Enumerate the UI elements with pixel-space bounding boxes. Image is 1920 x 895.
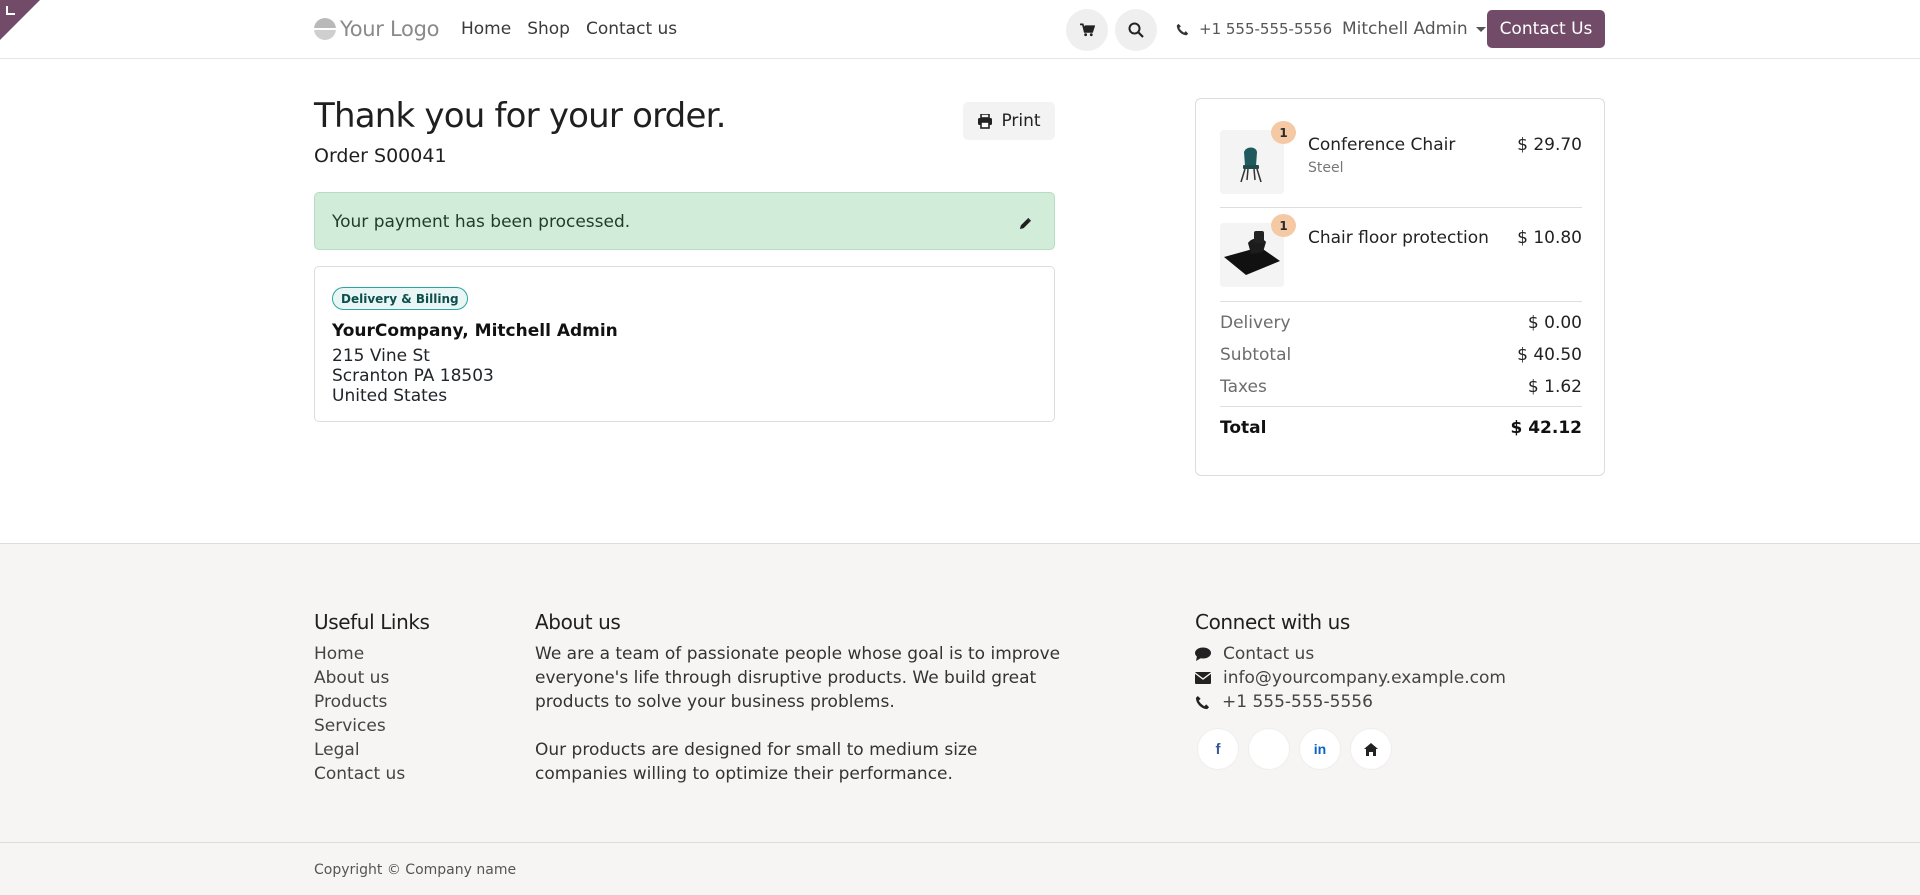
logo-mark-icon: [314, 18, 336, 40]
address-name: YourCompany, Mitchell Admin: [332, 321, 618, 341]
order-summary: 1 Conference Chair Steel $ 29.70 1 Chair…: [1195, 98, 1605, 476]
subtotal-row: Subtotal $ 40.50: [1220, 345, 1582, 365]
contact-us-button[interactable]: Contact Us: [1487, 10, 1605, 48]
pencil-icon[interactable]: [1019, 215, 1032, 234]
connect-contact-label: Contact us: [1223, 644, 1315, 664]
footer-link-products[interactable]: Products: [314, 690, 405, 714]
cart-button[interactable]: [1066, 9, 1108, 51]
product-price: $ 29.70: [1517, 135, 1582, 155]
taxes-label: Taxes: [1220, 377, 1267, 397]
total-value: $ 42.12: [1510, 418, 1582, 438]
comment-icon: [1195, 647, 1211, 661]
nav-home[interactable]: Home: [461, 19, 511, 39]
header-phone[interactable]: +1 555-555-5556: [1176, 20, 1332, 38]
footer-link-contact-us[interactable]: Contact us: [314, 762, 405, 786]
about-heading: About us: [535, 610, 621, 634]
printer-icon: [978, 113, 993, 129]
about-paragraph-2: Our products are designed for small to m…: [535, 740, 978, 784]
linkedin-icon[interactable]: in: [1300, 729, 1340, 769]
divider: [1220, 406, 1582, 407]
product-variant: Steel: [1308, 160, 1344, 176]
address-lines: 215 Vine St Scranton PA 18503 United Sta…: [332, 346, 494, 406]
connect-contact[interactable]: Contact us: [1195, 642, 1506, 666]
connect-email-label: info@yourcompany.example.com: [1223, 668, 1506, 688]
taxes-value: $ 1.62: [1527, 377, 1582, 397]
search-button[interactable]: [1115, 9, 1157, 51]
copyright-text: Copyright © Company name: [314, 862, 517, 878]
site-logo[interactable]: Your Logo: [314, 16, 439, 42]
subtotal-label: Subtotal: [1220, 345, 1292, 365]
address-line-2: Scranton PA 18503: [332, 366, 494, 386]
corner-icon: [6, 6, 15, 15]
main-nav: Home Shop Contact us: [461, 19, 677, 39]
quantity-badge: 1: [1271, 214, 1296, 237]
address-line-1: 215 Vine St: [332, 346, 430, 366]
product-name[interactable]: Chair floor protection: [1308, 228, 1489, 248]
order-number: Order S00041: [314, 145, 447, 167]
footer-link-legal[interactable]: Legal: [314, 738, 405, 762]
footer-link-about-us[interactable]: About us: [314, 666, 405, 690]
useful-links-heading: Useful Links: [314, 610, 430, 634]
delivery-row: Delivery $ 0.00: [1220, 313, 1582, 333]
delivery-billing-badge: Delivery & Billing: [332, 287, 468, 310]
taxes-row: Taxes $ 1.62: [1220, 377, 1582, 397]
social-links: f in: [1198, 729, 1391, 769]
delivery-label: Delivery: [1220, 313, 1291, 333]
footer-link-home[interactable]: Home: [314, 642, 405, 666]
site-footer: Useful Links Home About us Products Serv…: [0, 543, 1920, 895]
quantity-badge: 1: [1271, 121, 1296, 144]
about-text: We are a team of passionate people whose…: [535, 642, 1065, 786]
x-icon[interactable]: [1249, 729, 1289, 769]
address-card: Delivery & Billing YourCompany, Mitchell…: [314, 266, 1055, 422]
footer-divider: [0, 842, 1920, 843]
phone-icon: [1195, 695, 1210, 709]
product-name[interactable]: Conference Chair: [1308, 135, 1455, 155]
total-label: Total: [1220, 418, 1267, 438]
facebook-icon[interactable]: f: [1198, 729, 1238, 769]
divider: [1220, 301, 1582, 302]
connect-phone-label: +1 555-555-5556: [1222, 692, 1373, 712]
useful-links-list: Home About us Products Services Legal Co…: [314, 642, 405, 786]
site-header: Your Logo Home Shop Contact us +1 555-55…: [0, 0, 1920, 59]
phone-icon: [1176, 23, 1189, 35]
search-icon: [1128, 22, 1144, 38]
print-button[interactable]: Print: [963, 102, 1055, 140]
user-menu[interactable]: Mitchell Admin: [1342, 19, 1486, 39]
total-row: Total $ 42.12: [1220, 418, 1582, 438]
product-price: $ 10.80: [1517, 228, 1582, 248]
print-label: Print: [1001, 111, 1041, 131]
connect-heading: Connect with us: [1195, 610, 1350, 634]
connect-list: Contact us info@yourcompany.example.com …: [1195, 642, 1506, 714]
address-line-3: United States: [332, 386, 448, 406]
payment-status-text: Your payment has been processed.: [332, 212, 631, 232]
logo-text: Your Logo: [340, 17, 440, 41]
about-paragraph-1: We are a team of passionate people whose…: [535, 644, 1061, 712]
header-phone-number: +1 555-555-5556: [1199, 20, 1333, 38]
divider: [1220, 207, 1582, 208]
envelope-icon: [1195, 672, 1211, 684]
page-title: Thank you for your order.: [314, 96, 726, 136]
nav-contact-us[interactable]: Contact us: [586, 19, 677, 39]
payment-status-alert: Your payment has been processed.: [314, 192, 1055, 250]
chevron-down-icon: [1475, 26, 1486, 32]
nav-shop[interactable]: Shop: [527, 19, 570, 39]
footer-link-services[interactable]: Services: [314, 714, 405, 738]
connect-phone[interactable]: +1 555-555-5556: [1195, 690, 1506, 714]
user-name: Mitchell Admin: [1342, 19, 1468, 39]
connect-email[interactable]: info@yourcompany.example.com: [1195, 666, 1506, 690]
subtotal-value: $ 40.50: [1517, 345, 1582, 365]
cart-icon: [1079, 23, 1095, 37]
home-icon[interactable]: [1351, 729, 1391, 769]
delivery-value: $ 0.00: [1527, 313, 1582, 333]
